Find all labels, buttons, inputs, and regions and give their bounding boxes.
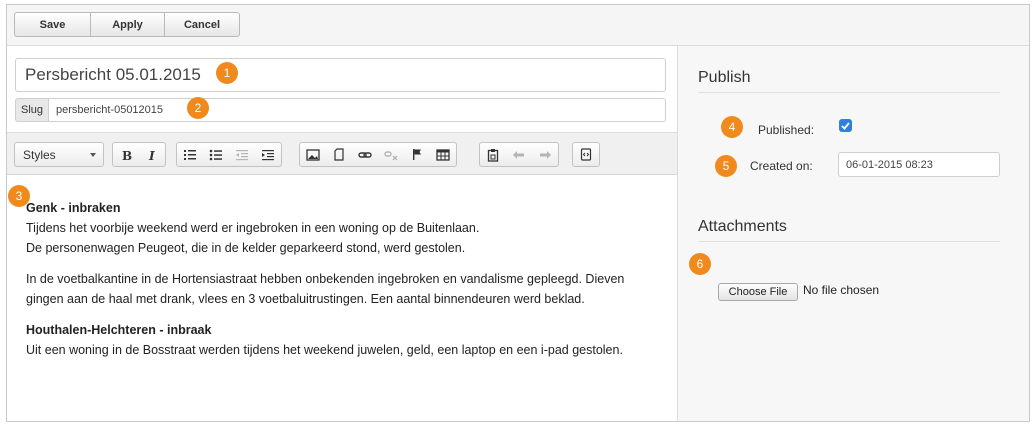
bold-icon: B [122, 149, 132, 161]
ordered-list-button[interactable] [177, 143, 203, 166]
anchor-button[interactable] [404, 143, 430, 166]
paragraph-line: De personenwagen Peugeot, die in de keld… [26, 241, 466, 255]
undo-icon [513, 150, 524, 159]
paragraph-line: Tijdens het voorbije weekend werd er ing… [26, 221, 480, 235]
paragraph-3: Houthalen-Helchteren - inbraak Uit een w… [26, 320, 677, 360]
paragraph-1: Genk - inbraken Tijdens het voorbije wee… [26, 198, 677, 258]
styles-dropdown-label: Styles [23, 147, 56, 162]
unlink-icon [384, 150, 398, 160]
paragraph-line: Uit een woning in de Bosstraat werden ti… [26, 343, 623, 357]
clipboard-history-group [479, 142, 559, 167]
save-button[interactable]: Save [15, 13, 91, 36]
table-icon [436, 148, 450, 161]
indent-button[interactable] [255, 143, 281, 166]
redo-button[interactable] [532, 143, 558, 166]
article-edit-window: Save Apply Cancel Persbericht 05.01.2015… [6, 4, 1030, 422]
insert-group [299, 142, 457, 167]
paragraph-heading: Houthalen-Helchteren - inbraak [26, 323, 212, 337]
sidebar-panel: Publish Published: Created on: 06-01-201… [677, 46, 1029, 421]
undo-button[interactable] [506, 143, 532, 166]
styles-dropdown[interactable]: Styles [15, 143, 103, 166]
unlink-button[interactable] [378, 143, 404, 166]
table-button[interactable] [430, 143, 456, 166]
action-button-group: Save Apply Cancel [14, 12, 240, 37]
bullet-list-icon [209, 149, 222, 160]
source-code-button[interactable] [573, 143, 599, 166]
italic-icon: I [148, 149, 155, 161]
link-icon [358, 151, 372, 158]
italic-button[interactable]: I [139, 143, 165, 166]
redo-icon [540, 150, 551, 159]
source-code-icon [580, 148, 592, 161]
indent-icon [262, 149, 274, 160]
slug-input[interactable]: persbericht-05012015 [48, 98, 666, 122]
choose-file-button[interactable]: Choose File [718, 283, 798, 301]
outdent-button[interactable] [229, 143, 255, 166]
attachments-section-title: Attachments [698, 218, 1000, 242]
callout-badge: 5 [715, 155, 737, 177]
paragraph-heading: Genk - inbraken [26, 201, 121, 215]
checkmark-icon [841, 121, 850, 130]
callout-badge: 4 [721, 116, 743, 138]
rich-text-toolbar: Styles B I [7, 132, 677, 175]
image-icon [306, 148, 320, 161]
list-group [176, 142, 282, 167]
cancel-button[interactable]: Cancel [165, 13, 239, 36]
callout-badge: 6 [689, 253, 711, 275]
document-icon [334, 148, 344, 161]
paragraph-line: In de voetbalkantine in de Hortensiastra… [26, 272, 625, 286]
created-on-input[interactable]: 06-01-2015 08:23 [838, 152, 1000, 177]
clipboard-icon [487, 148, 499, 162]
document-button[interactable] [326, 143, 352, 166]
paragraph-2: In de voetbalkantine in de Hortensiastra… [26, 269, 677, 309]
title-input[interactable]: Persbericht 05.01.2015 [15, 58, 666, 92]
created-on-label: Created on: [750, 159, 813, 173]
bold-button[interactable]: B [113, 143, 139, 166]
no-file-chosen-text: No file chosen [803, 283, 880, 297]
top-toolbar: Save Apply Cancel [7, 5, 1029, 46]
published-checkbox[interactable] [839, 119, 852, 132]
svg-text:I: I [148, 149, 155, 161]
outdent-icon [236, 149, 248, 160]
link-button[interactable] [352, 143, 378, 166]
source-group [572, 142, 600, 167]
editor-content-area[interactable]: Genk - inbraken Tijdens het voorbije wee… [7, 176, 677, 371]
paragraph-line: gingen aan de haal met drank, vlees en 3… [26, 292, 585, 306]
chevron-down-icon [90, 152, 96, 157]
slug-label: Slug [15, 98, 48, 122]
styles-dropdown-group: Styles [14, 142, 104, 167]
ordered-list-icon [184, 149, 196, 160]
callout-badge: 2 [187, 97, 209, 119]
apply-button[interactable]: Apply [91, 13, 165, 36]
image-button[interactable] [300, 143, 326, 166]
paste-button[interactable] [480, 143, 506, 166]
format-group: B I [112, 142, 166, 167]
flag-icon [413, 149, 421, 160]
slug-row: Slug persbericht-05012015 [15, 98, 666, 122]
publish-section-title: Publish [698, 69, 1000, 93]
svg-text:B: B [122, 149, 132, 161]
editor-panel: Persbericht 05.01.2015 Slug persbericht-… [7, 46, 677, 421]
callout-badge: 1 [216, 62, 238, 84]
published-label: Published: [758, 123, 815, 137]
callout-badge: 3 [8, 185, 30, 207]
bullet-list-button[interactable] [203, 143, 229, 166]
